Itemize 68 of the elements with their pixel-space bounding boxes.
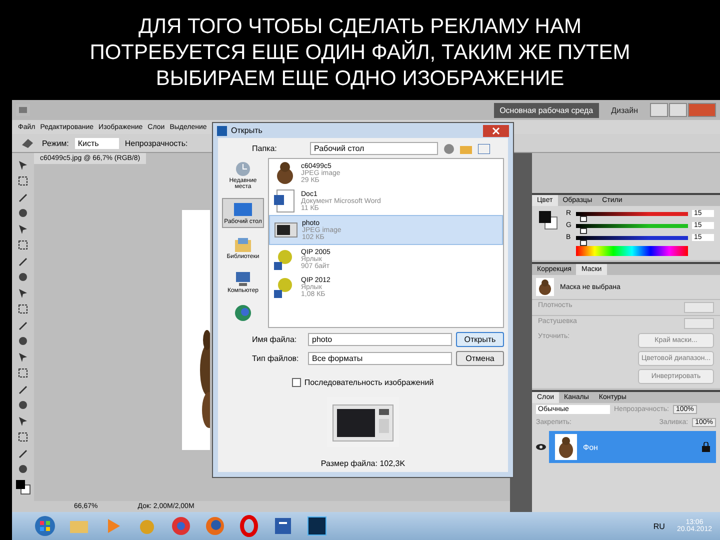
checkbox-label: Последовательность изображений (304, 378, 434, 387)
layer-name: Фон (583, 442, 598, 452)
slider-thumb[interactable] (580, 240, 587, 246)
filetype-label: Тип файлов: (252, 354, 300, 363)
desktop-icon (233, 201, 253, 219)
tool-icon[interactable] (17, 239, 29, 251)
tool-icon[interactable] (17, 319, 29, 331)
back-icon[interactable] (444, 144, 454, 154)
tool-icon[interactable] (17, 175, 29, 187)
tool-icon[interactable] (17, 415, 29, 427)
opacity-label: Непрозрачность: (124, 138, 188, 148)
color-swatch-icon[interactable] (538, 210, 558, 230)
tool-icon[interactable] (17, 367, 29, 379)
taskbar-app-icon[interactable] (204, 515, 226, 537)
start-button[interactable] (34, 515, 56, 537)
filename-field[interactable]: photo (308, 333, 452, 346)
dialog-title: Открыть (231, 126, 262, 135)
folder-icon (233, 236, 253, 254)
value-field[interactable] (684, 302, 714, 313)
computer-icon (233, 270, 253, 288)
tool-icon[interactable] (17, 255, 29, 267)
slide-title: ДЛЯ ТОГО ЧТОБЫ СДЕЛАТЬ РЕКЛАМУ НАМ ПОТРЕБУЕТСЯ ЕЩЕ ОДИН ФАЙЛ, ТАКИМ ЖЕ ПУТЕМ ВЫБИРАЕМ ЕЩЕ ОДНО ИЗОБРАЖЕНИЕ (88, 14, 632, 92)
eraser-icon[interactable] (20, 137, 36, 149)
clock-icon (233, 160, 253, 178)
filename-label: Имя файла: (252, 335, 298, 344)
checkbox[interactable] (292, 378, 302, 387)
tool-icon[interactable] (17, 383, 29, 395)
app-logo-icon (16, 104, 30, 116)
language-indicator[interactable]: RU (653, 522, 665, 530)
tool-icon[interactable] (17, 159, 29, 171)
tool-icon[interactable] (17, 351, 29, 363)
workspace-button[interactable]: Основная рабочая среда (494, 102, 600, 118)
view-menu-icon[interactable] (478, 144, 490, 154)
taskbar-app-icon[interactable] (272, 515, 294, 537)
close-button[interactable] (483, 124, 509, 136)
mode-dropdown[interactable]: Кисть (74, 138, 119, 148)
tool-icon[interactable] (17, 191, 29, 203)
tool-icon[interactable] (17, 287, 29, 299)
close-icon (492, 126, 500, 134)
document-icon (273, 189, 297, 213)
globe-icon (233, 304, 253, 322)
tool-icon[interactable] (17, 447, 29, 459)
color-swatch-icon[interactable] (15, 479, 31, 495)
taskbar-app-icon[interactable] (306, 515, 328, 537)
slider-thumb[interactable] (580, 228, 587, 234)
tool-icon[interactable] (17, 463, 29, 475)
tool-icon[interactable] (17, 271, 29, 283)
tool-icon[interactable] (17, 399, 29, 411)
folder-dropdown[interactable]: Рабочий стол (310, 142, 438, 155)
open-button[interactable]: Открыть (456, 332, 504, 347)
tool-icon[interactable] (17, 431, 29, 443)
filetype-dropdown[interactable]: Все форматы (308, 352, 452, 365)
lock-icon (702, 442, 710, 452)
slider-thumb[interactable] (580, 216, 587, 222)
tool-icon[interactable] (17, 207, 29, 219)
eye-icon[interactable] (536, 443, 546, 451)
cancel-button[interactable]: Отмена (456, 351, 504, 366)
tool-icon[interactable] (17, 223, 29, 235)
folder-label: Папка: (252, 144, 278, 153)
value-field[interactable] (684, 318, 714, 329)
tool-icon[interactable] (17, 335, 29, 347)
workspace-button[interactable]: Дизайн (605, 104, 644, 116)
window-controls[interactable] (650, 103, 716, 117)
file-size-label: Размер файла: 102,3K (320, 459, 406, 468)
color-spectrum[interactable] (576, 246, 688, 256)
app-logo-icon (217, 126, 227, 136)
tool-icon[interactable] (17, 303, 29, 315)
mode-label: Режим: (42, 138, 69, 148)
